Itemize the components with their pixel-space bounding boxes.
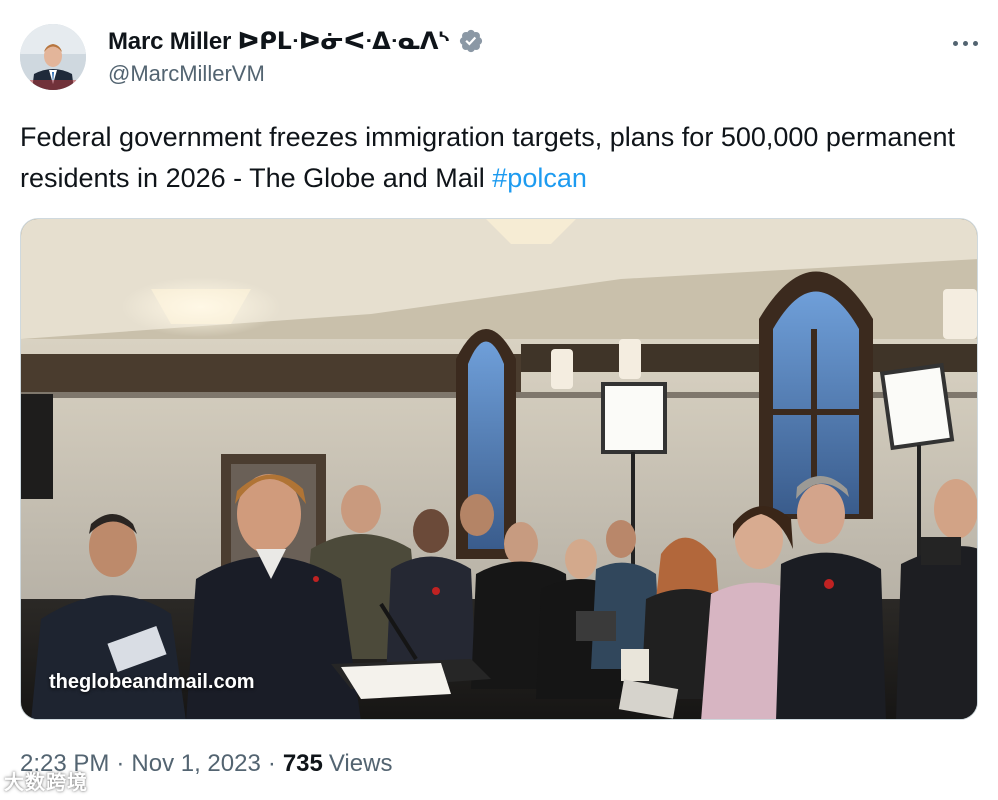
more-dots-icon: [950, 40, 980, 46]
author-display-name[interactable]: Marc Miller ᐅᑭᒪᐧᐅᓃᐸᐧᐃᐧᓇᐱᔅ: [108, 27, 450, 56]
meta-separator: ·: [116, 750, 125, 777]
views-count[interactable]: 735: [283, 750, 323, 778]
author-handle[interactable]: @MarcMillerVM: [108, 61, 265, 87]
verified-badge-icon: [459, 29, 483, 53]
tweet-meta: 2:23 PM · Nov 1, 2023 · 735 Views: [20, 750, 392, 778]
hashtag-link[interactable]: #polcan: [492, 163, 587, 193]
tweet-time[interactable]: 2:23 PM: [20, 750, 109, 778]
press-conference-photo: [21, 219, 977, 719]
meta-separator: ·: [267, 750, 276, 777]
avatar[interactable]: [20, 24, 86, 90]
media-card[interactable]: theglobeandmail.com: [20, 218, 978, 720]
tweet-date[interactable]: Nov 1, 2023: [131, 750, 260, 778]
more-options-button[interactable]: [940, 26, 990, 60]
media-source-label: theglobeandmail.com: [49, 671, 255, 693]
tweet-body: Federal government freezes immigration t…: [20, 122, 955, 193]
tweet-text: Federal government freezes immigration t…: [20, 117, 960, 199]
author-name-row: Marc Miller ᐅᑭᒪᐧᐅᓃᐸᐧᐃᐧᓇᐱᔅ: [108, 26, 484, 56]
views-label[interactable]: Views: [329, 750, 393, 778]
